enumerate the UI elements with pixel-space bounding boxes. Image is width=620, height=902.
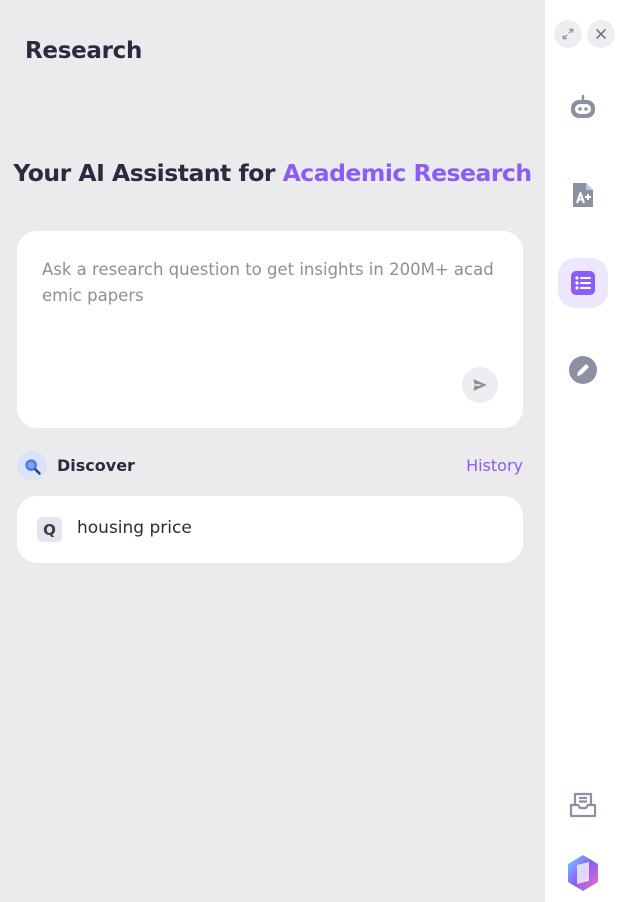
hero-prefix: Your AI Assistant for <box>13 159 283 187</box>
research-question-input[interactable]: Ask a research question to get insights … <box>17 231 523 428</box>
side-toolbar <box>545 0 620 902</box>
rail-item-logo[interactable] <box>558 848 608 898</box>
rail-item-edit[interactable] <box>558 345 608 395</box>
history-link[interactable]: History <box>466 456 523 475</box>
discover-section-header: Discover History <box>17 451 523 481</box>
inbox-icon <box>569 792 597 818</box>
edit-icon <box>569 356 597 384</box>
chatbot-icon <box>571 94 595 118</box>
ai-writing-icon <box>573 183 593 207</box>
research-list-icon <box>571 271 595 295</box>
app-logo-icon <box>568 855 598 891</box>
close-button[interactable] <box>587 20 615 48</box>
send-button[interactable] <box>462 367 498 403</box>
main-panel: Research Your AI Assistant for Academic … <box>0 0 545 902</box>
input-placeholder: Ask a research question to get insights … <box>42 260 494 305</box>
page-title: Research <box>25 38 143 64</box>
query-text: housing price <box>77 518 192 538</box>
expand-button[interactable] <box>554 20 582 48</box>
suggested-query[interactable]: Q housing price <box>17 496 523 563</box>
rail-item-ai-writing[interactable] <box>558 170 608 220</box>
send-icon <box>473 379 487 391</box>
query-icon: Q <box>37 517 62 542</box>
expand-icon <box>562 28 574 40</box>
rail-item-chatbot[interactable] <box>558 83 608 133</box>
hero-heading: Your AI Assistant for Academic Research <box>0 159 545 187</box>
close-icon <box>596 29 606 39</box>
rail-item-research[interactable] <box>558 258 608 308</box>
rail-item-inbox[interactable] <box>558 780 608 830</box>
hero-accent: Academic Research <box>282 159 532 187</box>
discover-icon <box>17 451 47 481</box>
discover-label: Discover <box>57 456 135 475</box>
